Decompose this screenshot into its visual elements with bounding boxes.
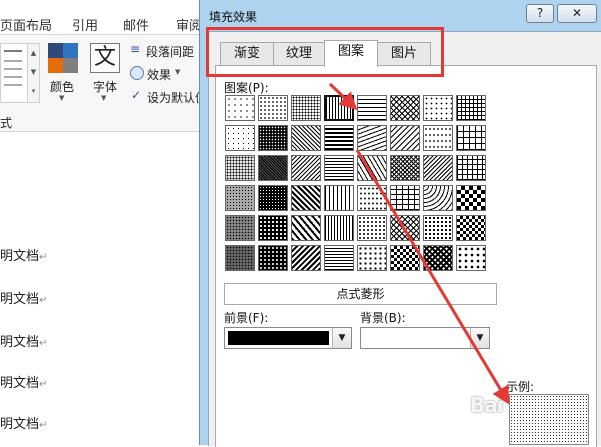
pattern-swatch[interactable] xyxy=(423,155,453,181)
theme-colors-button[interactable]: 颜色 ▼ xyxy=(47,41,79,102)
pattern-swatch[interactable] xyxy=(225,155,255,181)
pattern-swatch[interactable] xyxy=(456,155,486,181)
theme-fonts-label: 字体 xyxy=(93,80,118,94)
pattern-swatch[interactable] xyxy=(390,155,420,181)
pattern-swatch[interactable] xyxy=(258,245,288,271)
pattern-swatch[interactable] xyxy=(390,125,420,151)
pattern-swatch[interactable] xyxy=(324,215,354,241)
gallery-scroll-buttons[interactable]: ▲ ▼ ▾ xyxy=(27,43,40,103)
tabs-highlight-box xyxy=(206,27,444,77)
pattern-swatch[interactable] xyxy=(258,155,288,181)
pattern-swatch[interactable] xyxy=(291,215,321,241)
check-icon: ✓ xyxy=(131,88,142,102)
chevron-down-icon: ▼ xyxy=(101,94,107,102)
pattern-swatch[interactable] xyxy=(456,125,486,151)
pattern-swatch[interactable] xyxy=(258,185,288,211)
doc-line: 明文档↵ xyxy=(0,335,48,350)
pattern-swatch[interactable] xyxy=(291,245,321,271)
ribbon-tab-page-layout[interactable]: 页面布局 xyxy=(0,15,52,34)
pattern-swatch[interactable] xyxy=(456,245,486,271)
effects-button[interactable]: 效果 ▼ xyxy=(130,65,200,83)
pattern-swatch[interactable] xyxy=(357,95,387,121)
foreground-color-dropdown[interactable]: ▼ xyxy=(224,327,352,349)
paragraph-spacing-icon: ≡ xyxy=(130,42,141,56)
pattern-swatch[interactable] xyxy=(390,95,420,121)
pattern-swatch[interactable] xyxy=(456,95,486,121)
help-button[interactable]: ? xyxy=(526,4,554,23)
pattern-swatch[interactable] xyxy=(324,95,354,121)
pattern-swatch[interactable] xyxy=(357,155,387,181)
pattern-swatch[interactable] xyxy=(324,125,354,151)
pattern-swatch[interactable] xyxy=(423,185,453,211)
pattern-swatch[interactable] xyxy=(291,155,321,181)
pattern-swatch[interactable] xyxy=(357,185,387,211)
dialog-title: 填充效果 xyxy=(209,10,258,24)
pattern-swatch[interactable] xyxy=(291,95,321,121)
pattern-swatch[interactable] xyxy=(225,185,255,211)
set-default-label: 设为默认值 xyxy=(147,91,208,105)
ribbon-tab-mailings[interactable]: 邮件 xyxy=(123,15,149,34)
pattern-label: 图案(P): xyxy=(224,81,269,95)
effects-label: 效果 xyxy=(147,68,172,82)
foreground-color-swatch xyxy=(228,331,329,345)
watermark-logo: Bai xyxy=(470,393,504,417)
pattern-sample-preview xyxy=(509,394,589,445)
ribbon-tab-references[interactable]: 引用 xyxy=(72,15,98,34)
pattern-swatch[interactable] xyxy=(390,215,420,241)
background-label: 背景(B): xyxy=(360,311,406,325)
theme-colors-icon xyxy=(48,43,78,73)
pattern-swatch[interactable] xyxy=(390,245,420,271)
pattern-swatch[interactable] xyxy=(456,185,486,211)
pattern-swatch[interactable] xyxy=(423,215,453,241)
doc-line: 明文档↵ xyxy=(0,292,48,307)
chevron-down-icon[interactable]: ▼ xyxy=(470,328,489,348)
paragraph-spacing-button[interactable]: ≡ 段落间距 xyxy=(130,42,200,60)
pattern-swatch[interactable] xyxy=(258,125,288,151)
ribbon-design-group: ▲ ▼ ▾ 颜色 ▼ 文 字体 ▼ ≡ 段落间距 效果 ▼ ✓ 设为默认值 式 xyxy=(0,35,207,132)
foreground-label: 前景(F): xyxy=(224,311,269,325)
pattern-swatch[interactable] xyxy=(423,95,453,121)
chevron-down-icon: ▼ xyxy=(175,68,181,76)
chevron-down-icon: ▼ xyxy=(59,94,65,102)
pattern-swatch[interactable] xyxy=(291,125,321,151)
pattern-swatch[interactable] xyxy=(357,125,387,151)
pattern-swatch[interactable] xyxy=(423,125,453,151)
pattern-swatch[interactable] xyxy=(456,215,486,241)
close-button[interactable]: ✕ xyxy=(557,4,597,23)
background-color-swatch xyxy=(364,331,467,345)
ribbon-group-label: 式 xyxy=(0,116,13,130)
sample-label: 示例: xyxy=(506,380,535,394)
font-icon: 文 xyxy=(90,43,120,73)
pattern-swatch[interactable] xyxy=(324,185,354,211)
theme-fonts-button[interactable]: 文 字体 ▼ xyxy=(88,41,122,102)
doc-line: 明文档↵ xyxy=(0,249,48,264)
style-gallery[interactable] xyxy=(0,43,28,103)
pattern-swatch[interactable] xyxy=(258,215,288,241)
pattern-swatch[interactable] xyxy=(324,245,354,271)
pattern-swatch[interactable] xyxy=(390,185,420,211)
pattern-name-display: 点式菱形 xyxy=(224,283,497,305)
background-color-dropdown[interactable]: ▼ xyxy=(360,327,490,349)
pattern-swatch[interactable] xyxy=(225,125,255,151)
pattern-swatch[interactable] xyxy=(258,95,288,121)
pattern-swatch[interactable] xyxy=(357,215,387,241)
pattern-swatch[interactable] xyxy=(357,245,387,271)
theme-colors-label: 颜色 xyxy=(50,80,75,94)
pattern-swatch[interactable] xyxy=(423,245,453,271)
chevron-down-icon[interactable]: ▼ xyxy=(332,328,351,348)
pattern-swatch[interactable] xyxy=(324,155,354,181)
pattern-grid xyxy=(225,95,489,277)
pattern-swatch[interactable] xyxy=(225,245,255,271)
doc-line: 明文档↵ xyxy=(0,376,48,391)
doc-line: 明文档↵ xyxy=(0,417,48,432)
document-page[interactable]: 明文档↵ 明文档↵ 明文档↵ 明文档↵ 明文档↵ xyxy=(0,132,200,445)
pattern-swatch[interactable] xyxy=(291,185,321,211)
effects-icon xyxy=(130,66,144,80)
set-default-button[interactable]: ✓ 设为默认值 xyxy=(130,88,207,106)
pattern-swatch[interactable] xyxy=(225,95,255,121)
pattern-swatch[interactable] xyxy=(225,215,255,241)
paragraph-spacing-label: 段落间距 xyxy=(146,45,195,59)
